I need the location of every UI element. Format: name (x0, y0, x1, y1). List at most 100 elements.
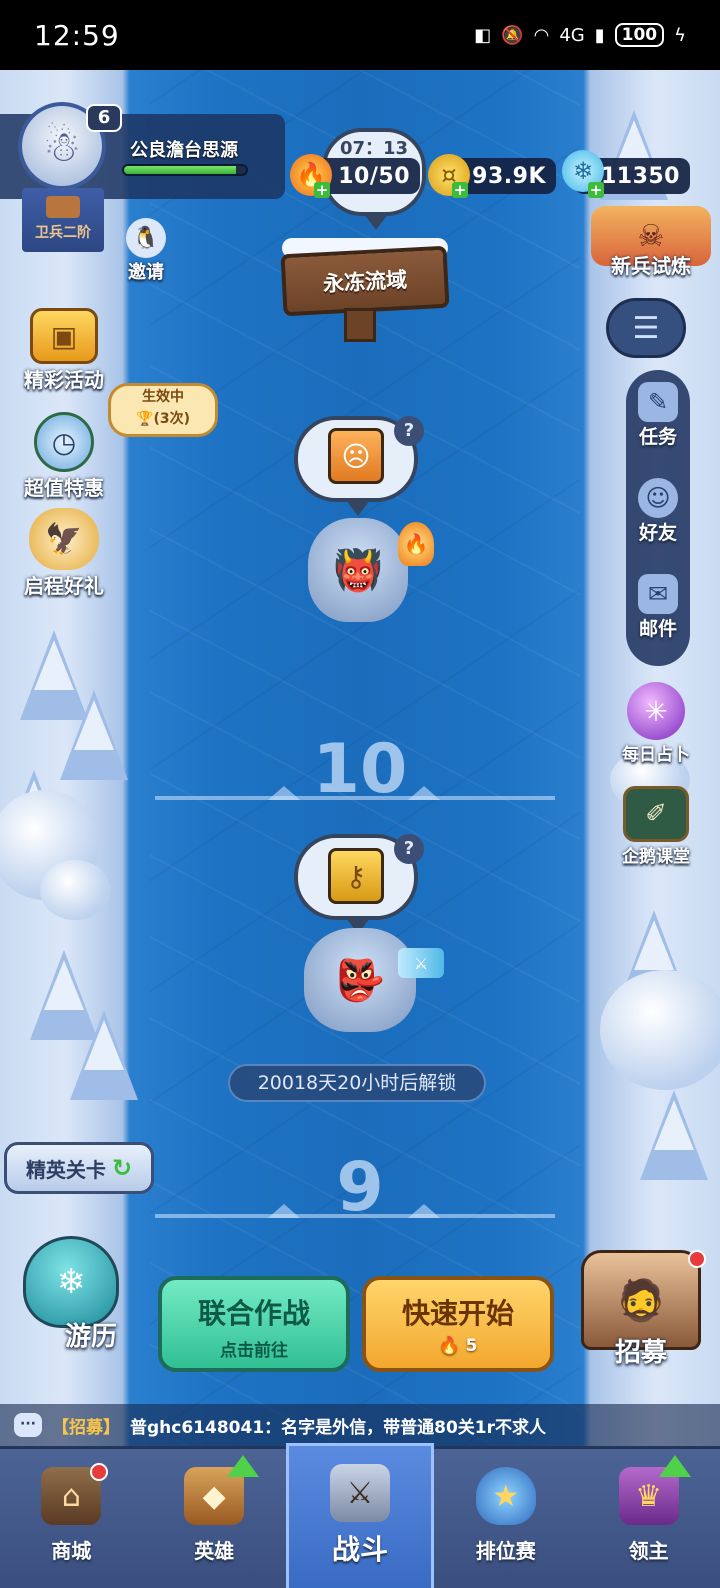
question-icon[interactable]: ? (394, 834, 424, 864)
shop-notification-dot (90, 1463, 108, 1481)
menu-toggle-button[interactable]: ☰ (606, 298, 686, 358)
daily-fortune-label: 每日占卜 (622, 745, 690, 765)
xp-bar-fill (124, 166, 237, 174)
network-label: 4G (559, 24, 585, 46)
penguin-icon: 🐧 (126, 218, 166, 258)
starter-gift-button[interactable]: 🦅 启程好礼 (14, 508, 114, 599)
tasks-button[interactable]: ✎ 任务 (626, 382, 690, 449)
ice-bandit-enemy[interactable]: 👹 (308, 518, 408, 622)
nav-tab-shop[interactable]: ⌂ 商城 (0, 1449, 143, 1588)
hamburger-icon: ☰ (632, 310, 660, 346)
recruit-button[interactable]: 🧔 招募 (566, 1250, 716, 1369)
status-bar: 12:59 ◧ 🔕 ◠ 4G ▮ 100 ϟ (0, 0, 720, 70)
quick-start-cost-value: 5 (465, 1336, 478, 1356)
penguin-class-button[interactable]: ✐ 企鹅课堂 (614, 786, 698, 867)
quick-start-title: 快速开始 (401, 1297, 514, 1330)
chat-tag: 【招募】 (52, 1417, 120, 1438)
stamina-timer: 07：13 (339, 138, 409, 159)
signpost-pole (344, 308, 376, 342)
deals-effect-bubble: 生效中 🏆(3次) (108, 383, 218, 437)
coop-battle-button[interactable]: 联合作战 点击前往 (158, 1276, 350, 1372)
trial-button[interactable]: ☠ 新兵试炼 (588, 206, 714, 279)
ice-sword-icon: ⚔ (398, 948, 444, 978)
deals-button[interactable]: ◷ 超值特惠 (14, 412, 114, 501)
status-time: 12:59 (34, 18, 120, 52)
battery-indicator: 100 (614, 23, 665, 47)
pine-tree (70, 1010, 138, 1100)
mail-button[interactable]: ✉ 邮件 (626, 574, 690, 641)
snow-mound (40, 860, 110, 920)
nav-tab-battle[interactable]: ⚔ 战斗 (285, 1443, 435, 1588)
gold-value: 93.9K (472, 163, 546, 189)
clipboard-icon: ✎ (638, 382, 678, 422)
nav-tab-lord[interactable]: ♛ 领主 (577, 1449, 720, 1588)
torch-icon: 🔥 (398, 522, 434, 566)
stage-number: 10 (312, 730, 408, 809)
trial-label: 新兵试炼 (611, 254, 691, 278)
quick-start-cost: 🔥 5 (366, 1336, 550, 1356)
deals-effect-count: 🏆(3次) (111, 408, 215, 430)
stamina-value: 10/50 (338, 163, 410, 189)
starter-gift-label: 启程好礼 (24, 574, 104, 598)
wifi-icon: ◠ (533, 24, 550, 46)
pine-tree (640, 1090, 708, 1180)
stage-divider-peak (268, 786, 300, 800)
crossed-weapons-icon: ⚔ (329, 1464, 390, 1522)
mute-icon: 🔕 (501, 24, 524, 46)
coop-battle-subtitle: 点击前往 (220, 1341, 288, 1361)
add-gems-button[interactable]: + (588, 182, 604, 198)
nav-tab-heroes[interactable]: ◆ 英雄 (143, 1449, 286, 1588)
nav-tab-label: 领主 (628, 1539, 669, 1563)
game-map[interactable]: ☃ 6 卫兵二阶 公良澹台思源 07：13 10/50 🔥 + 93.9K ¤ … (0, 70, 720, 1588)
deals-count-text: (3次) (153, 411, 190, 427)
rank-label: 卫兵二阶 (35, 225, 91, 241)
question-icon[interactable]: ? (394, 416, 424, 446)
charging-icon: ϟ (674, 24, 686, 46)
chat-message: 普ghc6148041：名字是外信，带普通80关1r不求人 (130, 1417, 547, 1438)
chat-bubble-icon: ··· (14, 1413, 42, 1437)
nav-tab-label: 战斗 (331, 1533, 388, 1566)
nav-tab-label: 英雄 (194, 1539, 235, 1563)
deals-effect-status: 生效中 (142, 389, 184, 405)
air-balloon-icon: ❄ (23, 1236, 119, 1328)
mail-label: 邮件 (638, 618, 677, 640)
add-gold-button[interactable]: + (452, 182, 468, 198)
zone-signpost[interactable]: 永冻流域 (280, 245, 450, 317)
daily-fortune-button[interactable]: ✳ 每日占卜 (614, 682, 698, 765)
coop-battle-title: 联合作战 (197, 1297, 310, 1330)
upgrade-arrow-icon (226, 1455, 259, 1477)
events-label: 精彩活动 (24, 368, 104, 392)
flame-icon: 🔥 (438, 1336, 460, 1356)
nav-tab-ranked[interactable]: ★ 排位赛 (434, 1449, 577, 1588)
rank-ribbon: 卫兵二阶 (22, 188, 104, 252)
key-icon: ⚷ (328, 848, 384, 904)
upgrade-arrow-icon (659, 1455, 692, 1477)
friends-icon: ☺ (638, 478, 678, 518)
invite-button[interactable]: 🐧 邀请 (122, 218, 170, 284)
player-name: 公良澹台思源 (130, 140, 238, 161)
recruit-label: 招募 (614, 1338, 667, 1368)
xp-bar (122, 164, 248, 176)
tasks-label: 任务 (638, 426, 677, 448)
gem-value: 11350 (600, 163, 680, 189)
chat-ticker[interactable]: ··· 【招募】 普ghc6148041：名字是外信，带普通80关1r不求人 (0, 1404, 720, 1446)
treasure-chest-icon: ▣ (30, 308, 98, 364)
elite-stage-label: 精英关卡 (25, 1157, 106, 1182)
add-stamina-button[interactable]: + (314, 182, 330, 198)
friends-button[interactable]: ☺ 好友 (626, 478, 690, 545)
snow-mound (600, 970, 720, 1090)
trophy-icon: 🏆 (136, 411, 154, 427)
hero-card-icon: ☹ (328, 428, 384, 484)
travel-button[interactable]: ❄ 游历 (6, 1236, 136, 1353)
signal-icon: ▮ (594, 24, 605, 46)
player-avatar-frame[interactable]: ☃ 6 卫兵二阶 (18, 102, 122, 252)
mail-icon: ✉ (638, 574, 678, 614)
chalkboard-icon: ✐ (623, 786, 689, 842)
elite-stage-button[interactable]: 精英关卡 ↻ (4, 1142, 154, 1194)
penguin-class-label: 企鹅课堂 (622, 847, 690, 867)
quick-start-button[interactable]: 快速开始 🔥 5 (362, 1276, 554, 1372)
deals-label: 超值特惠 (24, 476, 104, 500)
events-button[interactable]: ▣ 精彩活动 (14, 308, 114, 393)
player-level-badge: 6 (86, 104, 122, 132)
ice-troll-enemy[interactable]: 👺 (304, 928, 416, 1032)
